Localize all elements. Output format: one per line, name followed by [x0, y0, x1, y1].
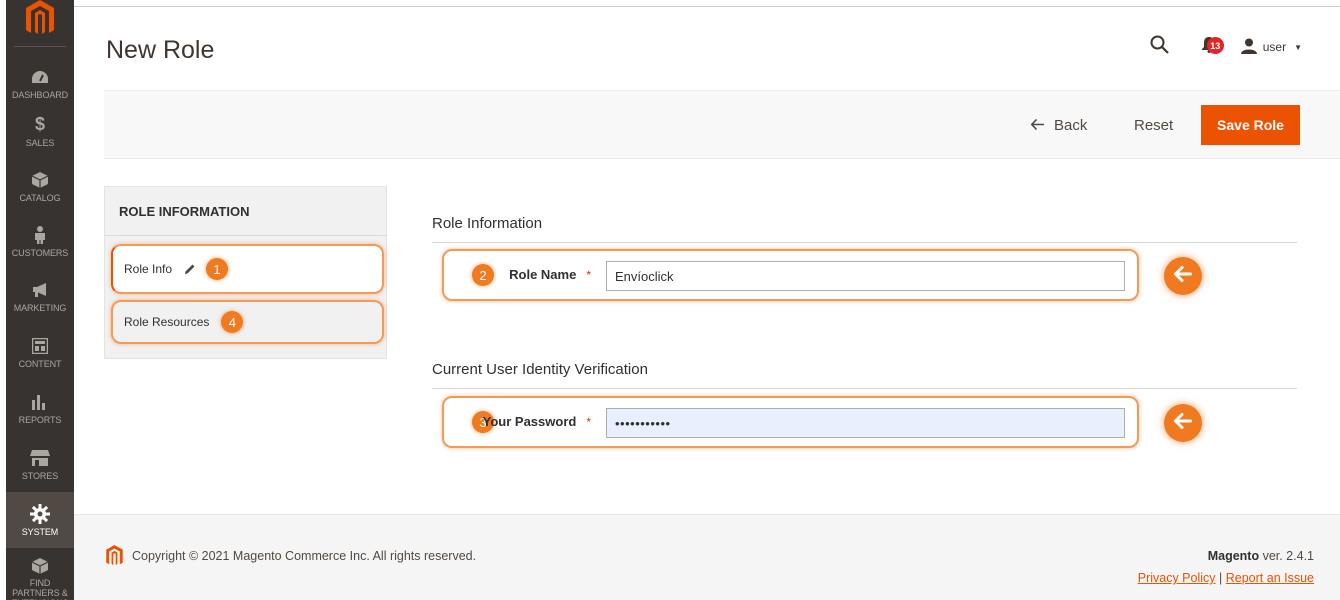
user-account-menu[interactable]: user ▼: [1240, 38, 1302, 57]
role-information-heading: Role Information: [432, 215, 543, 232]
sidebar-item-label: STORES: [21, 470, 59, 481]
dollar-icon: $: [34, 114, 45, 134]
password-label: Your Password *: [483, 414, 591, 429]
cube-icon: [30, 556, 50, 575]
password-input[interactable]: •••••••••••: [606, 408, 1125, 438]
box-icon: [30, 170, 50, 190]
arrow-left-icon: [1174, 412, 1192, 434]
user-name: user: [1262, 40, 1287, 54]
sidebar-item-label: REPORTS: [18, 414, 62, 425]
pencil-icon: [184, 263, 196, 275]
back-button-label: Back: [1054, 117, 1088, 134]
sidebar-item-content[interactable]: CONTENT: [6, 324, 74, 380]
footer-links: Privacy Policy | Report an Issue: [1138, 571, 1314, 585]
sidebar-item-stores[interactable]: STORES: [6, 436, 74, 492]
step-badge: 1: [206, 258, 229, 280]
sidebar-item-label: SYSTEM: [21, 526, 59, 537]
reset-button-label: Reset: [1134, 117, 1174, 134]
page-title: New Role: [106, 36, 215, 64]
sidebar-item-label: FIND PARTNERS & EXTENSIONS: [11, 578, 68, 600]
tab-role-resources[interactable]: Role Resources 4: [111, 300, 384, 344]
role-name-label: Role Name *: [509, 267, 591, 282]
sidebar-item-label: DASHBOARD: [11, 89, 69, 100]
label-text: Role Name: [509, 267, 577, 282]
sidebar-item-label: CONTENT: [18, 358, 62, 369]
sidebar-item-label: CATALOG: [19, 192, 61, 203]
magento-logo-icon: [106, 545, 123, 570]
sidebar-item-label: CUSTOMERS: [11, 247, 69, 258]
sidebar-item-label: MARKETING: [13, 302, 67, 313]
magento-logo-icon[interactable]: [6, 0, 74, 46]
search-button[interactable]: [1147, 34, 1173, 60]
report-issue-link[interactable]: Report an Issue: [1226, 571, 1314, 585]
step-badge: 2: [472, 264, 494, 286]
verification-heading: Current User Identity Verification: [432, 361, 648, 378]
app-root: DASHBOARD $ SALES CATALOG CUSTOMERS MARK…: [0, 0, 1340, 600]
link-separator: |: [1219, 571, 1223, 585]
privacy-policy-link[interactable]: Privacy Policy: [1138, 571, 1216, 585]
arrow-left-icon: [1030, 117, 1044, 134]
section-divider: [432, 388, 1297, 389]
tab-role-info[interactable]: Role Info 1: [111, 244, 384, 294]
gear-icon: [30, 503, 50, 524]
step-badge: 4: [221, 311, 244, 333]
copyright-text: Copyright © 2021 Magento Commerce Inc. A…: [132, 549, 477, 563]
reset-button[interactable]: Reset: [1134, 117, 1173, 134]
search-icon: [1150, 35, 1170, 59]
megaphone-icon: [30, 280, 50, 300]
admin-sidebar: DASHBOARD $ SALES CATALOG CUSTOMERS MARK…: [6, 0, 74, 600]
save-role-button[interactable]: Save Role: [1201, 105, 1300, 145]
user-icon: [1240, 38, 1257, 57]
tab-label: Role Resources: [124, 315, 210, 329]
label-text: Your Password: [482, 414, 577, 429]
header-actions: 13 user ▼: [1147, 34, 1302, 60]
sidebar-item-label: SALES: [25, 137, 55, 148]
brand-name: Magento: [1207, 549, 1260, 563]
sidebar-item-customers[interactable]: CUSTOMERS: [6, 213, 74, 269]
sidebar-item-reports[interactable]: REPORTS: [6, 380, 74, 436]
top-border: [73, 6, 1340, 7]
arrow-left-callout: [1164, 404, 1202, 442]
logo-divider: [14, 46, 66, 47]
version-number: ver. 2.4.1: [1259, 549, 1314, 563]
bar-chart-icon: [30, 392, 50, 412]
storefront-icon: [30, 448, 50, 468]
required-marker: *: [586, 415, 591, 429]
chevron-down-icon: ▼: [1294, 42, 1302, 52]
sidebar-item-system[interactable]: SYSTEM: [6, 492, 74, 548]
tabs-title: ROLE INFORMATION: [119, 204, 250, 219]
notifications-count-badge: 13: [1206, 37, 1224, 54]
notifications-button[interactable]: 13: [1195, 34, 1224, 60]
sidebar-item-sales[interactable]: $ SALES: [6, 103, 74, 159]
required-marker: *: [586, 268, 591, 282]
section-divider: [432, 242, 1297, 243]
role-name-field-row: 2 Role Name * Envíoclick: [442, 249, 1139, 301]
password-field-row: 3 Your Password * •••••••••••: [442, 396, 1139, 448]
dashboard-gauge-icon: [30, 67, 50, 87]
back-button[interactable]: Back: [1030, 117, 1088, 134]
layout-icon: [30, 336, 50, 356]
role-name-input[interactable]: Envíoclick: [606, 261, 1125, 291]
arrow-left-callout: [1164, 257, 1202, 295]
person-icon: [30, 225, 50, 245]
tab-label: Role Info: [124, 262, 173, 276]
tabs-divider: [105, 235, 386, 236]
version-text: Magento ver. 2.4.1: [1208, 549, 1314, 563]
page-actions-bar: Back Reset Save Role: [104, 90, 1340, 159]
arrow-left-icon: [1174, 265, 1192, 287]
page-footer: Copyright © 2021 Magento Commerce Inc. A…: [74, 514, 1340, 600]
sidebar-item-catalog[interactable]: CATALOG: [6, 158, 74, 214]
sidebar-item-marketing[interactable]: MARKETING: [6, 268, 74, 324]
sidebar-item-find-partners[interactable]: FIND PARTNERS & EXTENSIONS: [6, 552, 74, 600]
